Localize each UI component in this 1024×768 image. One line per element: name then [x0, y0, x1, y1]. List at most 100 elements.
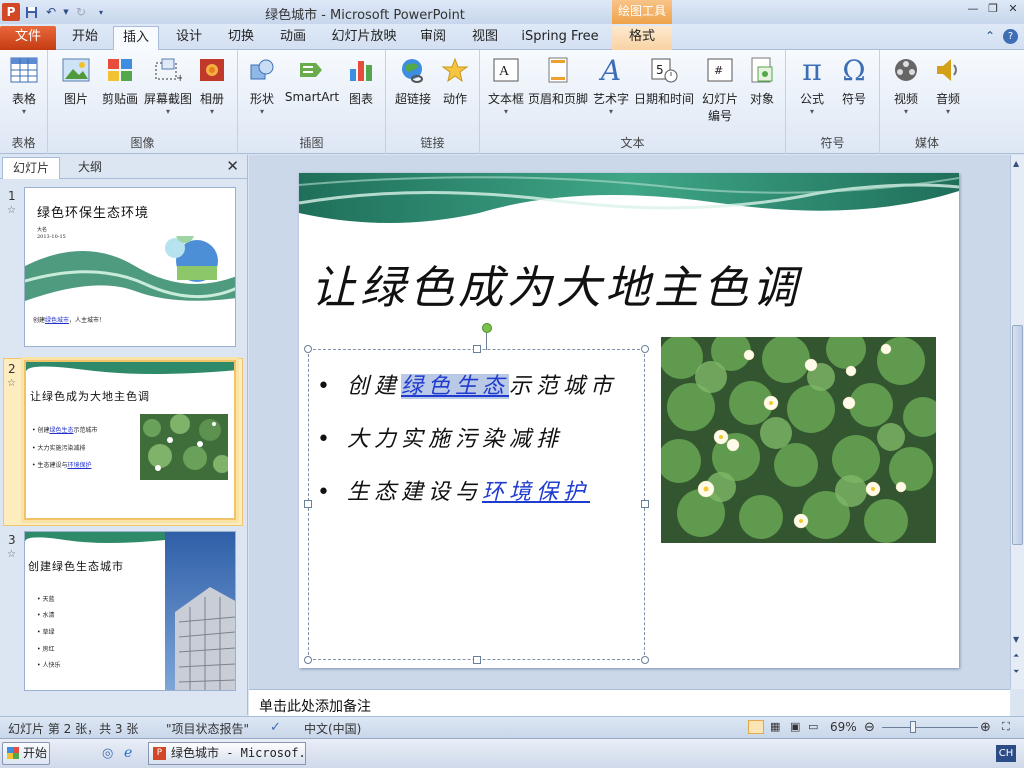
table-button[interactable]: 表格 ▾ — [6, 54, 42, 116]
resize-handle[interactable] — [641, 500, 649, 508]
object-button[interactable]: 对象 — [744, 54, 780, 107]
fit-to-window-icon[interactable]: ⛶ — [1002, 720, 1010, 734]
tab-home[interactable]: 开始 — [62, 26, 108, 50]
tab-outline[interactable]: 大纲 — [68, 157, 112, 179]
equation-icon: π — [802, 52, 822, 88]
close-icon[interactable]: ✕ — [1006, 2, 1020, 16]
tab-view[interactable]: 视图 — [462, 26, 508, 50]
tab-animations[interactable]: 动画 — [270, 26, 316, 50]
clipart-button[interactable]: 剪贴画 — [98, 54, 142, 107]
resize-handle[interactable] — [304, 345, 312, 353]
scrollbar-thumb[interactable] — [1012, 325, 1023, 545]
taskbar-powerpoint-item[interactable]: P 绿色城市 - Microsof... — [148, 742, 306, 765]
hyperlink-button[interactable]: 超链接 — [390, 54, 436, 107]
next-slide-icon[interactable]: ⏷ — [1013, 667, 1019, 677]
internet-explorer-icon[interactable]: e — [124, 745, 132, 761]
slide-count-status: 幻灯片 第 2 张，共 3 张 — [8, 722, 139, 736]
slide-sorter-icon[interactable]: ▦ — [770, 720, 780, 733]
slide-editor: 让绿色成为大地主色调 • 创建绿色生态示范城市 • 大力实施污染减排 • 生态建设与环… — [249, 155, 1010, 689]
resize-handle[interactable] — [304, 500, 312, 508]
bullet-item[interactable]: • 大力实施污染减排 — [317, 421, 563, 453]
svg-text:#: # — [714, 64, 723, 77]
screenshot-icon: + — [152, 54, 184, 86]
spellcheck-icon[interactable]: ✓ — [270, 720, 281, 735]
tab-format[interactable]: 格式 — [612, 26, 672, 50]
previous-slide-icon[interactable]: ⏶ — [1013, 651, 1019, 661]
resize-handle[interactable] — [641, 656, 649, 664]
slide-title[interactable]: 让绿色成为大地主色调 — [311, 251, 801, 316]
content-textbox[interactable]: • 创建绿色生态示范城市 • 大力实施污染减排 • 生态建设与环境保护 — [304, 323, 649, 664]
scroll-down-icon[interactable]: ▼ — [1013, 635, 1019, 644]
restore-icon[interactable]: ❐ — [986, 2, 1000, 16]
slideshow-icon[interactable]: ▭ — [808, 720, 818, 733]
photo-album-button[interactable]: 相册 ▾ — [194, 54, 230, 116]
close-panel-icon[interactable]: ✕ — [226, 157, 239, 175]
video-button[interactable]: 视频 ▾ — [886, 54, 926, 116]
action-button[interactable]: 动作 — [436, 54, 474, 107]
group-label-symbols: 符号 — [820, 136, 845, 150]
bullet-item[interactable]: • 生态建设与环境保护 — [317, 474, 590, 506]
header-footer-button[interactable]: 页眉和页脚 — [526, 54, 590, 107]
quick-launch-icon[interactable]: ◎ — [102, 746, 113, 761]
language-status[interactable]: 中文(中国) — [304, 720, 361, 737]
tab-transitions[interactable]: 切换 — [218, 26, 264, 50]
editor-vertical-scrollbar[interactable]: ▲ ▼ ⏶ ⏷ — [1010, 155, 1024, 689]
scroll-up-icon[interactable]: ▲ — [1013, 159, 1019, 168]
slide-number-button[interactable]: # 幻灯片 编号 — [696, 54, 744, 124]
resize-handle[interactable] — [473, 656, 481, 664]
shapes-icon — [246, 54, 278, 86]
smartart-button[interactable]: SmartArt — [284, 54, 340, 104]
water-lily-photo[interactable] — [661, 337, 936, 543]
group-label-text: 文本 — [620, 136, 645, 150]
minimize-icon[interactable]: — — [966, 2, 980, 16]
datetime-button[interactable]: 5 日期和时间 — [632, 54, 696, 107]
tab-slides[interactable]: 幻灯片 — [2, 157, 61, 179]
thumb-2-bullet: • 大力实施污染减排 — [32, 445, 86, 452]
wordart-button[interactable]: A 艺术字 ▾ — [590, 54, 632, 117]
textbox-button[interactable]: A 文本框 ▾ — [484, 54, 528, 116]
picture-button[interactable]: 图片 — [56, 54, 96, 107]
tab-slideshow[interactable]: 幻灯片放映 — [326, 26, 402, 50]
zoom-slider-thumb[interactable] — [910, 721, 916, 733]
resize-handle[interactable] — [473, 345, 481, 353]
resize-handle[interactable] — [304, 656, 312, 664]
hyperlink-text[interactable]: 环境保护 — [482, 480, 590, 505]
screenshot-button[interactable]: + 屏幕截图 ▾ — [140, 54, 196, 116]
normal-view-icon[interactable] — [748, 720, 764, 734]
tab-ispring[interactable]: iSpring Free — [516, 26, 604, 50]
resize-handle[interactable] — [641, 345, 649, 353]
group-text: A 文本框 ▾ 页眉和页脚 A 艺术字 ▾ 5 日期和时间 # 幻灯片 编号 对象 … — [480, 50, 786, 154]
reading-view-icon[interactable]: ▣ — [790, 720, 800, 733]
slide-thumbnail-2[interactable]: 让绿色成为大地主色调 • 创建绿色生态示范城市 • 大力实施污染减排 • 生态建… — [24, 360, 236, 520]
ime-indicator[interactable]: CH — [996, 745, 1016, 762]
chart-button[interactable]: 图表 — [342, 54, 380, 107]
zoom-in-icon[interactable]: ⊕ — [980, 720, 991, 735]
hyperlink-text[interactable]: 绿色生态 — [401, 374, 510, 399]
audio-button[interactable]: 音频 ▾ — [928, 54, 968, 116]
tab-file[interactable]: 文件 — [0, 26, 56, 50]
slide-thumbnail-1[interactable]: 绿色环保生态环境 大名 2013-10-15 创建绿色城市，人主城市！ — [24, 187, 236, 347]
ribbon-tabs: 文件 开始 插入 设计 切换 动画 幻灯片放映 审阅 视图 iSpring Fr… — [0, 24, 1024, 51]
notes-pane[interactable]: 单击此处添加备注 — [249, 689, 1010, 716]
theme-name-status[interactable]: "项目状态报告" — [166, 720, 249, 737]
thumb-1-footer: 创建绿色城市，人主城市！ — [33, 317, 106, 324]
rotation-handle[interactable] — [482, 323, 492, 333]
zoom-level[interactable]: 69% — [830, 720, 857, 734]
tab-review[interactable]: 审阅 — [410, 26, 456, 50]
symbol-button[interactable]: Ω 符号 — [834, 54, 874, 107]
tab-insert[interactable]: 插入 — [113, 26, 159, 51]
tab-design[interactable]: 设计 — [166, 26, 212, 50]
group-label-image: 图像 — [130, 136, 155, 150]
collapse-ribbon-icon[interactable]: ⌃ — [985, 29, 995, 44]
zoom-out-icon[interactable]: ⊖ — [864, 720, 875, 735]
slide-thumbnail-3[interactable]: 创建绿色生态城市 • 天蓝 • 水清 • 草绿 • 房红 • 人快乐 — [24, 531, 236, 691]
zoom-slider-track[interactable] — [882, 727, 978, 728]
equation-button[interactable]: π 公式 ▾ — [792, 52, 832, 117]
help-icon[interactable]: ? — [1003, 29, 1018, 44]
panel-tabs: 幻灯片 大纲 ✕ — [0, 155, 247, 179]
thumb-2-wave-graphic — [26, 362, 234, 374]
bullet-item[interactable]: • 创建绿色生态示范城市 — [317, 368, 617, 400]
shapes-button[interactable]: 形状 ▾ — [244, 54, 280, 116]
ribbon: 表格 ▾ 表格 图片 剪贴画 + 屏幕截图 ▾ 相册 ▾ 图像 形状 ▾ Smar — [0, 50, 1024, 154]
start-button[interactable]: 开始 — [2, 742, 50, 765]
